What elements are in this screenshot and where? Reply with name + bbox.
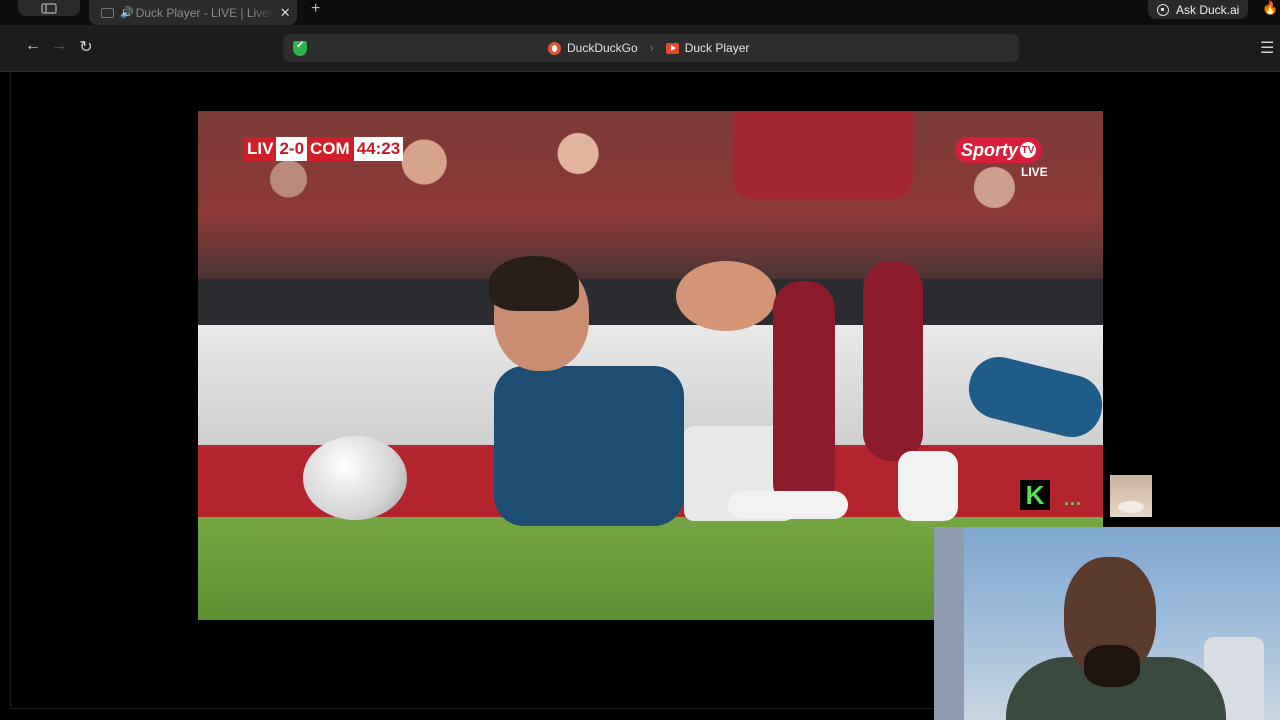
sidebar-icon: [41, 2, 57, 14]
toolbar: ← → ↻ DuckDuckGo › Duck Player ☰: [0, 25, 1280, 72]
broadcaster-tv-badge: TV: [1020, 142, 1037, 158]
ask-duck-ai-button[interactable]: Ask Duck.ai: [1148, 0, 1248, 19]
scorebug: LIV 2-0 COM 44:23: [244, 137, 404, 161]
back-button[interactable]: ←: [23, 37, 43, 55]
tab-title: Duck Player - LIVE | Liverpool vs Como: [135, 5, 274, 20]
video-knee: [676, 261, 776, 331]
scorebug-away: COM: [307, 137, 353, 161]
fire-icon[interactable]: 🔥: [1262, 0, 1278, 16]
webcam-overlay: [934, 527, 1280, 720]
address-bar[interactable]: DuckDuckGo › Duck Player: [283, 34, 1019, 62]
broadcaster-name: Sporty: [961, 139, 1019, 160]
sidebar-toggle-button[interactable]: [18, 0, 80, 16]
tab-duck-player[interactable]: 🔊 Duck Player - LIVE | Liverpool vs Como…: [89, 0, 297, 25]
duck-player-logo-icon: [665, 42, 679, 54]
k-logo-icon: K: [1020, 480, 1050, 510]
ask-duck-ai-label: Ask Duck.ai: [1176, 2, 1240, 17]
privacy-shield-icon[interactable]: [293, 40, 307, 56]
breadcrumb-duckduckgo[interactable]: DuckDuckGo: [567, 41, 638, 55]
broadcaster-logo: Sporty TV: [955, 137, 1043, 163]
video-player-figure: [489, 256, 794, 526]
scorebug-home: LIV: [244, 137, 277, 161]
scorebug-clock: 44:23: [353, 137, 404, 161]
forward-button[interactable]: →: [49, 37, 69, 55]
tab-favicon-icon: [101, 7, 114, 18]
video-red-sock-1: [773, 281, 835, 511]
breadcrumb-duck-player: Duck Player: [684, 41, 750, 55]
thumbnail-image: [1110, 475, 1152, 517]
breadcrumb-separator: ›: [649, 41, 654, 55]
video-red-shorts: [733, 111, 913, 199]
more-dots: ...: [1064, 489, 1083, 509]
speaker-icon[interactable]: 🔊: [120, 6, 134, 19]
video-ball: [303, 436, 407, 520]
menu-icon[interactable]: ☰: [1260, 38, 1274, 58]
video-red-sock-2: [863, 261, 923, 461]
tab-strip: 🔊 Duck Player - LIVE | Liverpool vs Como…: [0, 0, 1280, 25]
reload-button[interactable]: ↻: [76, 37, 96, 57]
breadcrumb: DuckDuckGo › Duck Player: [548, 34, 749, 62]
video-boot-1: [728, 491, 848, 519]
new-tab-button[interactable]: +: [311, 0, 320, 17]
close-tab-icon[interactable]: ✕: [280, 5, 291, 21]
chat-icon: [1157, 3, 1169, 16]
duckduckgo-logo-icon: [548, 41, 561, 55]
scorebug-score: 2-0: [276, 137, 308, 161]
live-label: LIVE: [1021, 165, 1048, 179]
video-boot-2: [898, 451, 958, 521]
